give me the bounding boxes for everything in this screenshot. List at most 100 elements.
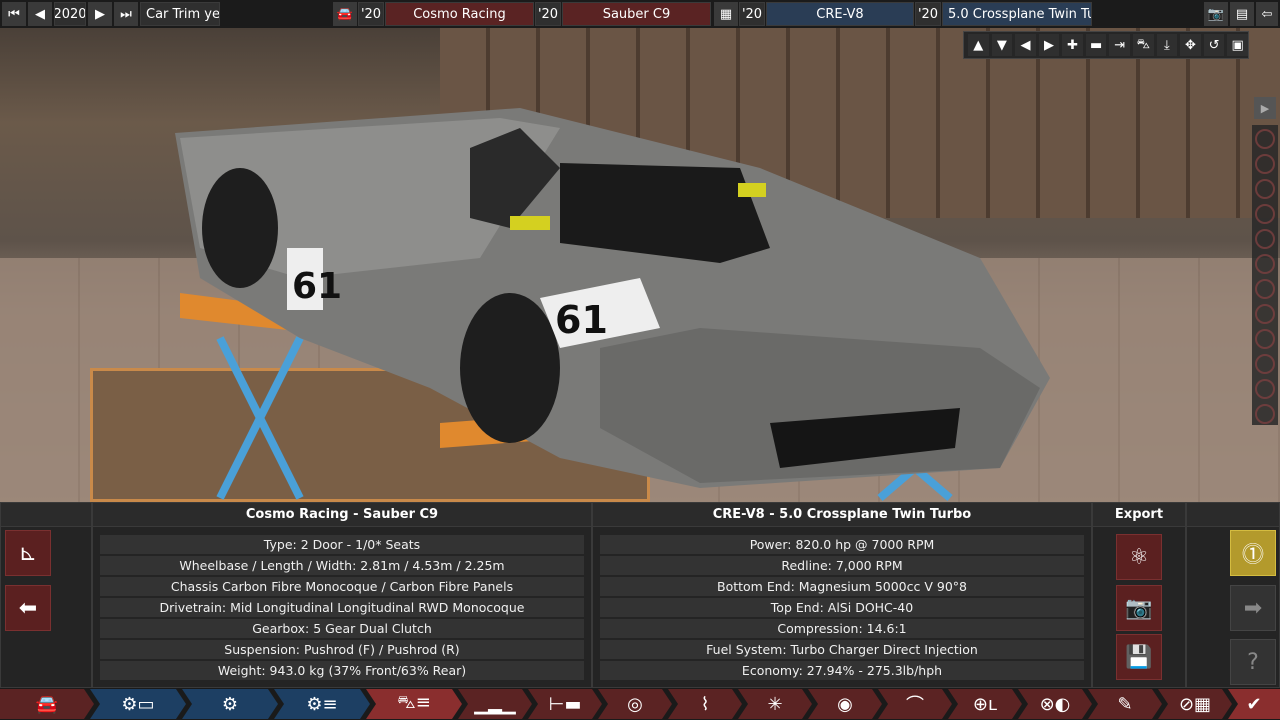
car-dimensions-row: Wheelbase / Length / Width: 2.81m / 4.53… — [100, 556, 584, 575]
tab-tuning[interactable]: ✎ — [1088, 689, 1162, 719]
tab-fixtures[interactable]: ◎ — [598, 689, 672, 719]
help-button[interactable]: ? — [1230, 639, 1276, 685]
steering-icon: ⊗◐ — [1039, 693, 1071, 715]
tab-chassis[interactable]: ⊢▬ — [528, 689, 602, 719]
family-year: '20 — [358, 2, 384, 26]
engine-economy-row: Economy: 27.94% - 275.3lb/hph — [600, 661, 1084, 680]
move-icon[interactable]: ✥ — [1180, 34, 1201, 56]
engine-mount-icon[interactable] — [1255, 204, 1275, 224]
tab-engine-bottom[interactable]: ⚙ — [182, 689, 278, 719]
spring-icon[interactable] — [1255, 154, 1275, 174]
camera-icon: 📷 — [1207, 6, 1225, 22]
car-model-icon-button[interactable]: 🚘 — [333, 2, 357, 26]
engine-icon-button[interactable]: ▦ — [714, 2, 738, 26]
tab-assists[interactable]: ⊗◐ — [1018, 689, 1092, 719]
headlight-icon: ◎ — [627, 693, 643, 715]
tab-brakes[interactable]: ◉ — [808, 689, 882, 719]
next-year-button[interactable]: ▶ — [88, 2, 112, 26]
back-arrow-button[interactable]: ⬅ — [5, 585, 51, 631]
right-arrow-icon[interactable]: ▶ — [1038, 34, 1060, 56]
engine-variant[interactable]: 5.0 Crossplane Twin Turbo — [942, 2, 1092, 26]
graph-icon: ⊾ — [18, 540, 38, 566]
rotate-icon[interactable]: ↺ — [1203, 34, 1225, 56]
tab-car-trim[interactable]: ⛍≡ — [366, 689, 462, 719]
engine-top-end-row: Top End: AlSi DOHC-40 — [600, 598, 1084, 617]
car-summary: Cosmo Racing - Sauber C9 Type: 2 Door - … — [92, 502, 592, 688]
family-name[interactable]: Cosmo Racing — [385, 2, 534, 26]
tab-engine-variant[interactable]: ⚙≡ — [274, 689, 370, 719]
export-photo-button[interactable]: 📷 — [1116, 585, 1162, 631]
engine-family[interactable]: CRE-V8 — [766, 2, 914, 26]
warning-button[interactable]: ⓵ — [1230, 530, 1276, 576]
body-icon[interactable] — [1255, 229, 1275, 249]
download-icon[interactable]: ⤓ — [1156, 34, 1178, 56]
tab-testing[interactable]: ⊘▦ — [1158, 689, 1232, 719]
mirror-right — [738, 183, 766, 197]
wheel-icon[interactable] — [1255, 129, 1275, 149]
chassis-icon: ⊢▬ — [548, 693, 582, 715]
share-button[interactable]: ⚛ — [1116, 534, 1162, 580]
save-button[interactable]: 💾 — [1116, 634, 1162, 680]
nav-column-head — [1, 503, 91, 527]
export-column: Export ⚛ 📷 💾 — [1092, 502, 1186, 688]
car-drivetrain-row: Drivetrain: Mid Longitudinal Longitudina… — [100, 598, 584, 617]
screenshot-icon[interactable]: ▣ — [1227, 34, 1248, 56]
engine-summary: CRE-V8 - 5.0 Crossplane Twin Turbo Power… — [592, 502, 1092, 688]
tab-aero[interactable]: ⌒ — [878, 689, 952, 719]
tab-interior[interactable]: ⊕ʟ — [948, 689, 1022, 719]
engine-redline-row: Redline: 7,000 RPM — [600, 556, 1084, 575]
photo-button[interactable]: 📷 — [1204, 2, 1228, 26]
engine-folder-icon: ⚙▭ — [121, 693, 155, 715]
left-arrow-icon[interactable]: ◀ — [1015, 34, 1036, 56]
checkmark-icon: ✔ — [1246, 693, 1262, 715]
seat-icon[interactable] — [1255, 304, 1275, 324]
calendar-button[interactable]: ▤ — [1230, 2, 1254, 26]
chassis-icon[interactable] — [1255, 179, 1275, 199]
car-icon: 🚘 — [35, 693, 59, 715]
prev-year-button[interactable]: ◀ — [28, 2, 52, 26]
tab-wheels[interactable]: ✳ — [738, 689, 812, 719]
grille-icon[interactable] — [1255, 279, 1275, 299]
side-panel-toggle[interactable]: ▶ — [1254, 97, 1276, 119]
share-icon: ⚛ — [1129, 544, 1149, 570]
zoom-in-icon[interactable]: ✚ — [1062, 34, 1083, 56]
car-trim-icon: ⛍≡ — [397, 692, 431, 713]
tab-engine-family[interactable]: ⚙▭ — [90, 689, 186, 719]
car-view-icon[interactable]: ⛍ — [1133, 34, 1154, 56]
engine-compression-row: Compression: 14.6:1 — [600, 619, 1084, 638]
camera-icon: 📷 — [1125, 595, 1153, 621]
engine-summary-title: CRE-V8 - 5.0 Crossplane Twin Turbo — [593, 503, 1091, 527]
tab-finish[interactable]: ✔ — [1228, 689, 1280, 719]
align-icon[interactable]: ⇥ — [1109, 34, 1131, 56]
car-icon: 🚘 — [336, 6, 354, 22]
tab-suspension[interactable]: ⌇ — [668, 689, 742, 719]
stage-tabs: 🚘 ⚙▭ ⚙ ⚙≡ ⛍≡ ▁▂▁ ⊢▬ ◎ ⌇ ✳ ◉ ⌒ ⊕ʟ ⊗◐ ✎ ⊘▦… — [0, 688, 1280, 720]
tab-body[interactable]: ▁▂▁ — [458, 689, 532, 719]
camera-toolbar: ▲ ▼ ◀ ▶ ✚ ▬ ⇥ ⛍ ⤓ ✥ ↺ ▣ — [963, 31, 1249, 59]
double-right-icon: ⏭ — [120, 6, 132, 22]
gear-icon[interactable] — [1255, 354, 1275, 374]
next-button[interactable]: ➡ — [1230, 585, 1276, 631]
circle-icon[interactable] — [1255, 404, 1275, 424]
tab-car-model[interactable]: 🚘 — [0, 689, 94, 719]
zoom-out-icon[interactable]: ▬ — [1085, 34, 1107, 56]
action-column-head — [1187, 503, 1279, 527]
down-arrow-icon[interactable]: ▼ — [991, 34, 1013, 56]
interior-icon[interactable] — [1255, 254, 1275, 274]
person-icon[interactable] — [1255, 379, 1275, 399]
car-viewport[interactable]: 61 61 — [0, 28, 1280, 502]
nav-column: ⊾ ⬅ — [0, 502, 92, 688]
export-title: Export — [1093, 503, 1185, 527]
calendar-icon: ▤ — [1235, 6, 1249, 22]
first-year-button[interactable]: ⏮ — [2, 2, 26, 26]
year-field[interactable]: 2020 — [54, 2, 86, 26]
up-arrow-icon[interactable]: ▲ — [968, 34, 989, 56]
no-entry-icon[interactable] — [1255, 329, 1275, 349]
engine-bottom-end-row: Bottom End: Magnesium 5000cc V 90°8 — [600, 577, 1084, 596]
model-name[interactable]: Sauber C9 — [562, 2, 711, 26]
last-year-button[interactable]: ⏭ — [114, 2, 138, 26]
car-type-row: Type: 2 Door - 1/0* Seats — [100, 535, 584, 554]
mirror-left — [510, 216, 550, 230]
back-button[interactable]: ⇦ — [1256, 2, 1278, 26]
graph-button[interactable]: ⊾ — [5, 530, 51, 576]
